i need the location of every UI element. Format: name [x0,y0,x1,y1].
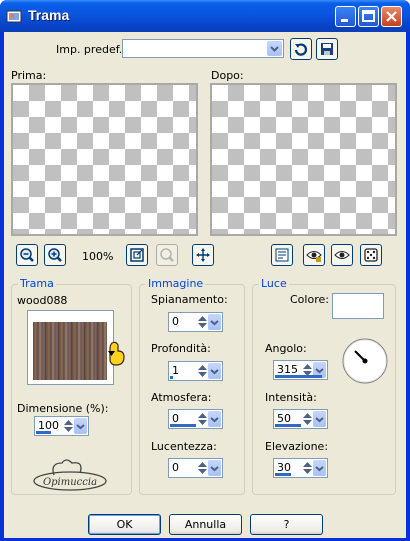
image-group-title: Immagine [146,277,206,290]
zoom-fit-button[interactable] [126,244,148,266]
maximize-button[interactable] [358,6,379,27]
close-icon [386,11,397,22]
help-button[interactable]: ? [250,514,323,535]
auto-proof-button[interactable] [303,244,325,266]
spin-updown-icon[interactable] [197,363,208,379]
after-label: Dopo: [211,69,244,82]
depth-label: Profondità: [151,342,211,355]
angle-spinner[interactable]: 315 [273,360,328,380]
spin-updown-icon[interactable] [197,460,208,476]
presets-label: Imp. predef.: [56,43,126,56]
elevation-label: Elevazione: [265,440,329,453]
app-icon [6,10,22,23]
cancel-button[interactable]: Annulla [169,514,242,535]
chevron-down-icon [267,41,282,56]
shininess-spinner[interactable]: 0 [168,458,223,478]
zoom-actual-button[interactable] [156,244,178,266]
chevron-down-icon[interactable] [313,460,326,476]
light-color-swatch[interactable] [332,293,384,319]
smoothness-label: Spianamento: [151,293,228,306]
reset-preset-button[interactable] [290,38,312,60]
texture-swatch[interactable] [27,310,125,385]
zoom-level: 100% [82,250,114,263]
intensity-slider-fill [275,424,301,427]
zoom-out-icon [20,248,34,262]
intensity-spinner[interactable]: 50 [273,409,328,429]
minimize-button[interactable] [335,6,356,27]
ok-button[interactable]: OK [88,514,161,535]
chevron-down-icon[interactable] [313,411,326,427]
texture-group-title: Trama [18,277,56,290]
proof-toggle-button[interactable] [271,244,293,266]
save-disk-icon [321,43,333,55]
before-preview[interactable] [11,83,198,236]
preview-on-image-button[interactable] [331,244,353,266]
shininess-label: Lucentezza: [151,440,217,453]
chevron-down-icon[interactable] [208,460,221,476]
document-list-icon [275,248,289,262]
dialog-body: Imp. predef.: Prima: Dopo: 100% Trama wo… [4,32,406,538]
ambience-label: Atmosfera: [151,391,212,404]
magnifier-disabled-icon [160,248,174,262]
chevron-down-icon[interactable] [208,314,221,330]
spin-updown-icon[interactable] [302,460,313,476]
chevron-down-icon[interactable] [74,418,87,434]
elevation-slider-fill [275,473,291,476]
zoom-out-button[interactable] [16,244,38,266]
dialog-window: Trama Imp. predef.: Prima: Dopo: 100% Tr… [0,0,410,541]
window-title: Trama [28,7,70,23]
shininess-value: 0 [172,461,179,474]
angle-dial[interactable] [341,337,389,385]
maximize-icon [362,10,375,22]
chevron-down-icon[interactable] [208,411,221,427]
spin-updown-icon[interactable] [302,411,313,427]
svg-text:Opimuccia: Opimuccia [43,477,97,488]
elevation-spinner[interactable]: 30 [273,458,328,478]
pan-arrows-icon [196,248,210,262]
intensity-label: Intensità: [265,391,317,404]
size-label: Dimensione (%): [17,402,109,415]
spin-updown-icon[interactable] [197,314,208,330]
dropdown-arrow-icon [108,351,115,356]
after-preview[interactable] [210,83,397,236]
reset-arrow-icon [294,43,308,56]
texture-name: wood088 [17,294,68,307]
depth-spinner[interactable]: 1 [168,361,223,381]
depth-value: 1 [172,364,179,377]
zoom-in-icon [48,248,62,262]
zoom-in-button[interactable] [44,244,66,266]
presets-dropdown[interactable] [122,39,284,58]
spin-updown-icon[interactable] [197,411,208,427]
minimize-icon [341,19,348,22]
watermark-logo: Opimuccia [33,459,107,491]
size-slider-fill [36,431,51,434]
eye-icon [334,251,350,259]
before-label: Prima: [11,69,47,82]
angle-slider-fill [275,375,322,378]
chevron-down-icon[interactable] [208,363,221,379]
close-button[interactable] [381,6,402,27]
angle-label: Angolo: [265,342,307,355]
spin-updown-icon[interactable] [63,418,74,434]
zoom-fit-icon [130,248,144,262]
color-label: Colore: [290,293,329,306]
smoothness-spinner[interactable]: 0 [168,312,223,332]
save-preset-button[interactable] [316,38,338,60]
ambience-spinner[interactable]: 0 [168,409,223,429]
ambience-slider-fill [170,424,196,427]
dice-icon [364,248,378,262]
light-group-title: Luce [259,277,289,290]
title-bar[interactable]: Trama [0,0,410,32]
pan-button[interactable] [192,244,214,266]
wood-texture-image [33,322,107,380]
depth-slider-fill [170,376,173,379]
size-spinner[interactable]: 100 [34,416,89,436]
eye-lock-icon [306,251,322,262]
randomize-button[interactable] [360,244,382,266]
smoothness-value: 0 [172,315,179,328]
